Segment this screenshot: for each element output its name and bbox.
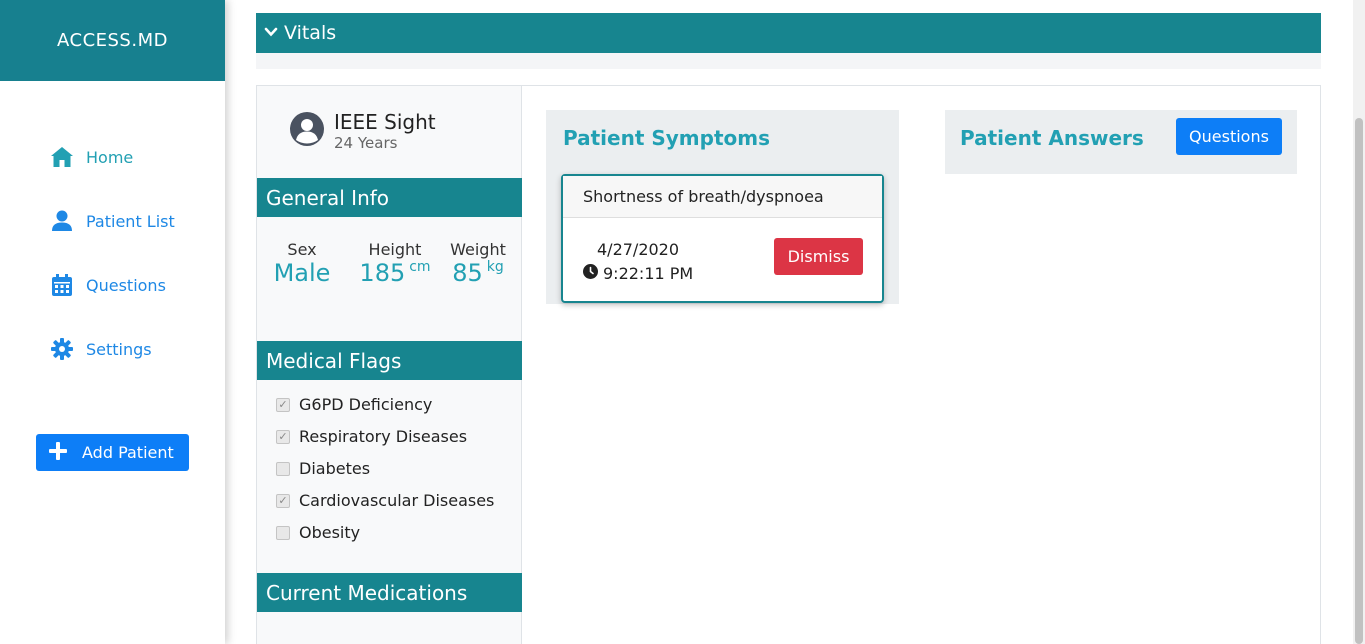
flag-label: Obesity (299, 523, 361, 542)
add-patient-label: Add Patient (82, 443, 174, 462)
weight-unit: kg (486, 259, 504, 275)
checkbox-checked[interactable]: ✓ (276, 397, 290, 412)
symptoms-title: Patient Symptoms (563, 126, 771, 150)
add-patient-button[interactable]: Add Patient (36, 434, 189, 471)
symptom-card: Shortness of breath/dyspnoea 4/27/2020 9… (561, 174, 884, 303)
height-unit: cm (409, 259, 431, 275)
sidebar-item-questions[interactable]: Questions (50, 273, 166, 297)
flag-label: Cardiovascular Diseases (299, 491, 495, 510)
symptom-time-row: 9:22:11 PM (583, 264, 693, 283)
current-medications-header: Current Medications (257, 573, 522, 612)
sidebar-item-settings[interactable]: Settings (50, 337, 152, 361)
scrollbar-thumb[interactable] (1355, 118, 1363, 644)
calendar-icon (50, 273, 74, 297)
sex-value: Male (273, 259, 331, 287)
answers-title: Patient Answers (960, 126, 1144, 150)
sidebar: ACCESS.MD Home Patient List Questions Se… (0, 0, 225, 644)
height-stat: Height 185 cm (355, 240, 435, 287)
flag-label: G6PD Deficiency (299, 395, 433, 414)
height-label: Height (368, 240, 422, 259)
home-icon (50, 145, 74, 169)
checkbox-unchecked[interactable] (276, 525, 290, 540)
sidebar-item-label: Questions (86, 275, 166, 295)
brand-logo: ACCESS.MD (0, 0, 225, 81)
clock-icon (583, 264, 598, 283)
sex-stat: Sex Male (272, 240, 332, 287)
sidebar-item-home[interactable]: Home (50, 145, 133, 169)
flag-item[interactable]: ✓ Respiratory Diseases (276, 427, 467, 446)
flag-label: Diabetes (299, 459, 371, 478)
checkbox-checked[interactable]: ✓ (276, 493, 290, 508)
sidebar-item-label: Home (86, 147, 134, 167)
sidebar-item-label: Settings (86, 339, 152, 359)
sex-label: Sex (287, 240, 317, 259)
chevron-down-icon (264, 22, 278, 44)
user-icon (50, 209, 74, 233)
flag-item[interactable]: ✓ G6PD Deficiency (276, 395, 432, 414)
general-info-header: General Info (257, 178, 522, 217)
gear-icon (50, 337, 74, 361)
patient-name: IEEE Sight (334, 110, 436, 134)
questions-button[interactable]: Questions (1176, 118, 1282, 155)
plus-icon (48, 441, 68, 465)
patient-header: IEEE Sight 24 Years (290, 110, 436, 152)
avatar-icon (290, 112, 324, 150)
checkbox-unchecked[interactable] (276, 461, 290, 476)
dismiss-button[interactable]: Dismiss (774, 238, 863, 275)
symptom-time: 9:22:11 PM (603, 264, 694, 283)
flag-item[interactable]: Obesity (276, 523, 360, 542)
patient-age: 24 Years (334, 134, 398, 152)
medical-flags-header: Medical Flags (257, 341, 522, 380)
vitals-toggle[interactable]: Vitals (256, 13, 1321, 53)
symptom-name: Shortness of breath/dyspnoea (563, 176, 882, 218)
vitals-body (256, 53, 1321, 69)
height-value: 185 (359, 259, 406, 287)
scrollbar[interactable] (1353, 0, 1365, 644)
flag-label: Respiratory Diseases (299, 427, 468, 446)
weight-value: 85 (452, 259, 483, 287)
weight-label: Weight (450, 240, 506, 259)
sidebar-item-label: Patient List (86, 211, 175, 231)
checkbox-checked[interactable]: ✓ (276, 429, 290, 444)
vitals-label: Vitals (284, 22, 337, 44)
sidebar-item-patient-list[interactable]: Patient List (50, 209, 175, 233)
weight-stat: Weight 85 kg (446, 240, 510, 287)
flag-item[interactable]: Diabetes (276, 459, 370, 478)
flag-item[interactable]: ✓ Cardiovascular Diseases (276, 491, 494, 510)
symptom-date: 4/27/2020 (597, 240, 680, 259)
